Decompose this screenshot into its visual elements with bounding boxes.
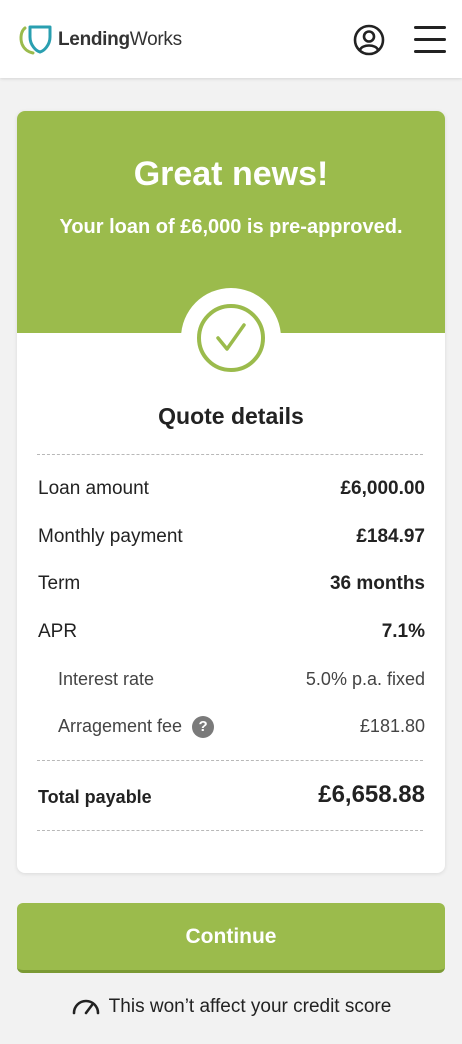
- banner-title: Great news!: [133, 155, 329, 193]
- row-value: £184.97: [356, 526, 425, 547]
- row-term: Term 36 months: [38, 573, 425, 599]
- help-question-icon[interactable]: ?: [192, 716, 215, 738]
- speedometer-icon: [72, 999, 99, 1015]
- quote-card: Great news! Your loan of £6,000 is pre-a…: [17, 111, 445, 873]
- hamburger-menu-icon[interactable]: [414, 26, 446, 54]
- row-value: 36 months: [329, 573, 425, 594]
- app-header: LendingWorks: [0, 0, 462, 78]
- lendingworks-logo[interactable]: LendingWorks: [18, 22, 182, 58]
- continue-button[interactable]: Continue: [17, 903, 445, 973]
- row-value: 5.0% p.a. fixed: [305, 669, 425, 689]
- credit-note-text: This won’t affect your credit score: [108, 996, 392, 1017]
- row-apr: APR 7.1%: [38, 621, 425, 647]
- banner-subtitle: Your loan of £6,000 is pre-approved.: [59, 216, 403, 238]
- row-arrangement-fee: Arragement fee? £181.80: [38, 716, 425, 742]
- row-label: Interest rate: [58, 669, 155, 689]
- row-label: Total payable: [38, 787, 152, 807]
- quote-details-title: Quote details: [158, 403, 304, 429]
- row-interest-rate: Interest rate 5.0% p.a. fixed: [38, 669, 425, 695]
- user-circle-icon[interactable]: [353, 24, 385, 56]
- row-label: Arragement fee: [58, 716, 183, 736]
- divider: [37, 830, 423, 831]
- row-value: £6,658.88: [318, 781, 425, 808]
- checkmark-circle-icon: [181, 288, 281, 388]
- logo-text: LendingWorks: [58, 29, 182, 51]
- divider: [37, 760, 423, 761]
- row-label: APR: [38, 621, 78, 642]
- row-value: £6,000.00: [340, 478, 425, 499]
- logo-text-bold: Lending: [58, 29, 130, 50]
- row-monthly-payment: Monthly payment £184.97: [38, 526, 425, 552]
- row-loan-amount: Loan amount £6,000.00: [38, 478, 425, 504]
- row-label: Loan amount: [38, 478, 149, 499]
- row-label: Monthly payment: [38, 526, 183, 547]
- row-label: Term: [38, 573, 81, 594]
- shield-logo-icon: [19, 25, 52, 55]
- divider: [37, 454, 423, 455]
- row-label-with-help: Arragement fee?: [58, 716, 215, 738]
- logo-text-regular: Works: [129, 29, 182, 50]
- credit-score-note: This won’t affect your credit score: [0, 996, 462, 1018]
- row-total-payable: Total payable £6,658.88: [38, 781, 425, 809]
- row-value: 7.1%: [381, 621, 425, 642]
- row-value: £181.80: [359, 716, 425, 736]
